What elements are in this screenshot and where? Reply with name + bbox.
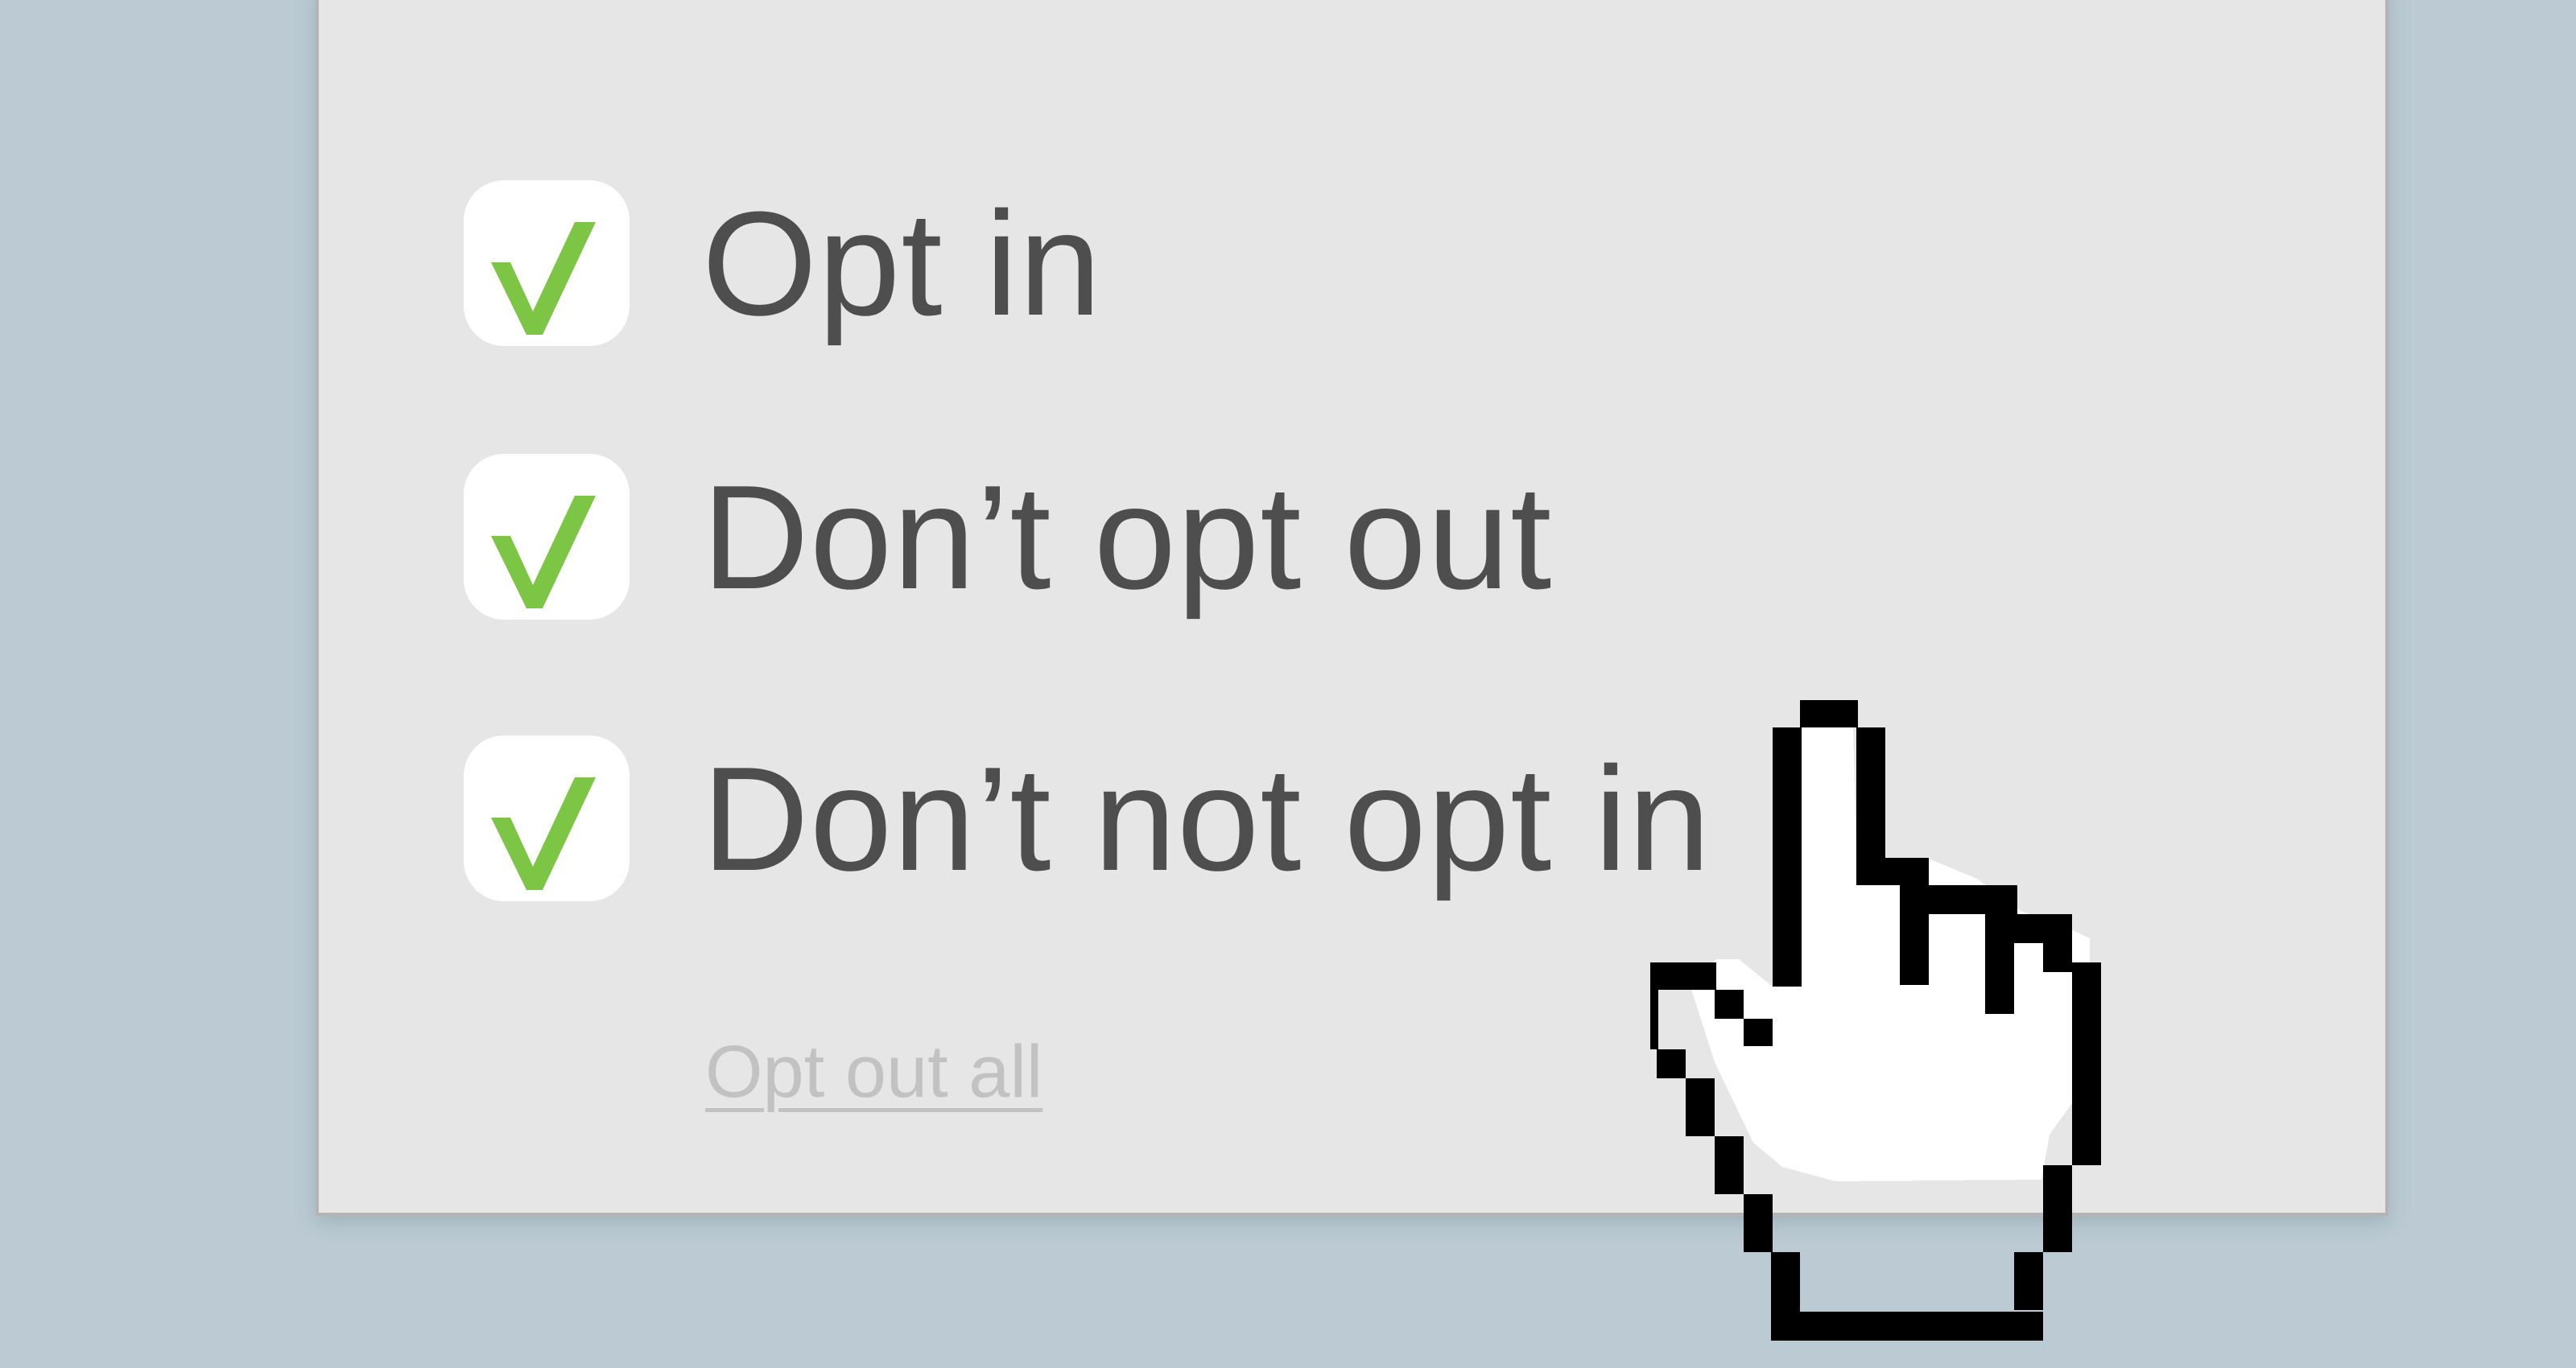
option-dont-opt-out[interactable]: Don’t opt out: [464, 452, 1552, 621]
checkmark-icon: [491, 496, 596, 608]
checkmark-icon: [491, 222, 596, 335]
dont-not-opt-in-checkbox[interactable]: [464, 736, 630, 901]
dont-opt-out-label: Don’t opt out: [702, 454, 1553, 620]
checkmark-icon: [491, 777, 596, 890]
opt-in-checkbox[interactable]: [464, 180, 630, 346]
option-dont-not-opt-in[interactable]: Don’t not opt in: [464, 734, 1711, 903]
opt-out-all-link[interactable]: Opt out all: [705, 1030, 1042, 1115]
pointing-hand-cursor-icon: [1650, 700, 2101, 1341]
stage: Opt in Don’t opt out Don’t not opt in Op…: [0, 0, 2576, 1368]
dont-not-opt-in-label: Don’t not opt in: [702, 736, 1711, 901]
option-opt-in[interactable]: Opt in: [464, 179, 1102, 348]
dont-opt-out-checkbox[interactable]: [464, 454, 630, 620]
opt-in-label: Opt in: [702, 180, 1102, 346]
